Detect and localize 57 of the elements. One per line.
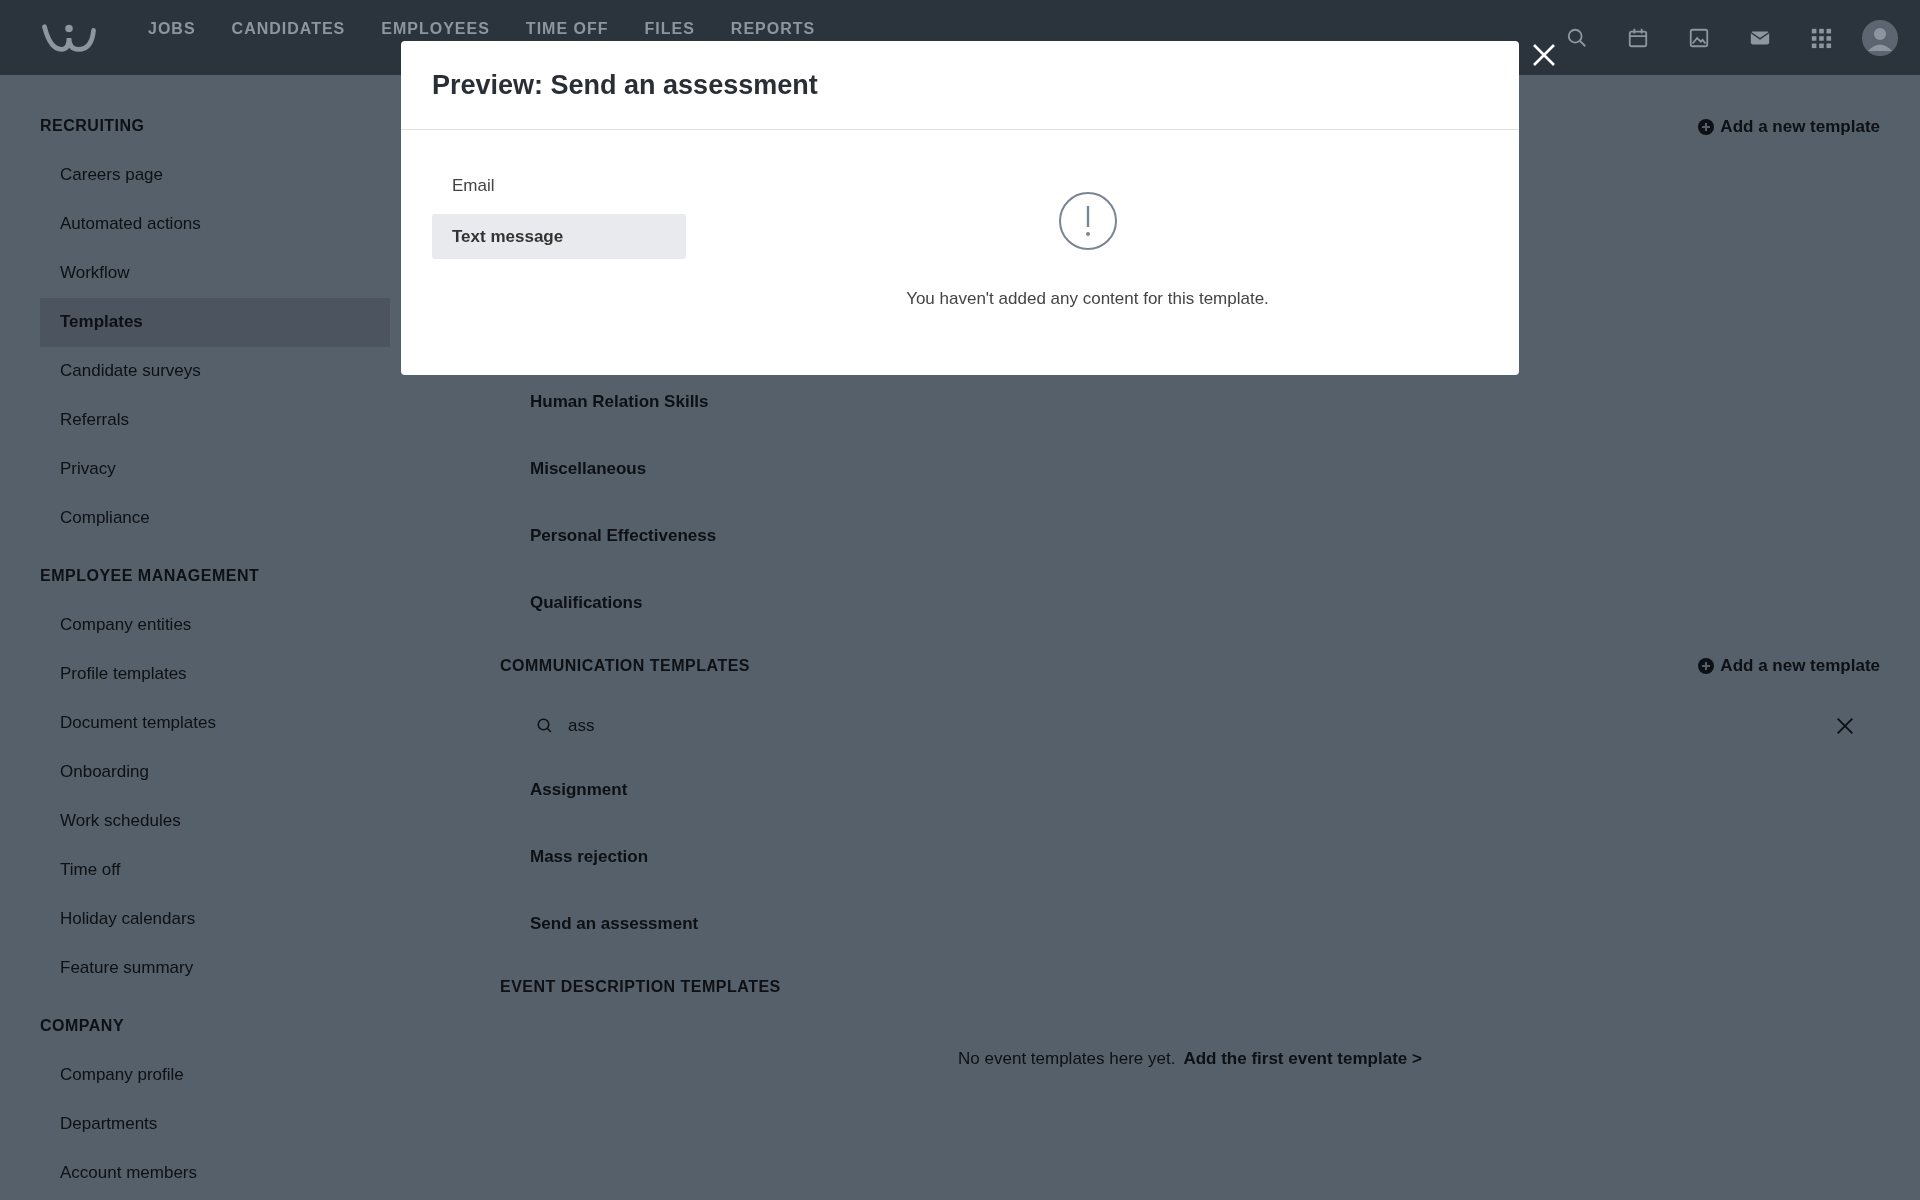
preview-tab[interactable]: Email — [432, 163, 686, 208]
image-icon[interactable] — [1688, 26, 1710, 49]
nav-link[interactable]: REPORTS — [730, 20, 816, 38]
sidebar-section-title: EMPLOYEE MANAGEMENT — [40, 567, 261, 586]
sidebar-item[interactable]: Workflow — [40, 249, 390, 298]
add-event-template-link[interactable]: Add the first event template > — [1183, 1049, 1422, 1069]
nav-link[interactable]: CANDIDATES — [231, 20, 346, 38]
sidebar-item[interactable]: Automated actions — [40, 200, 390, 249]
exclamation-icon — [1057, 191, 1118, 251]
empty-state-text: No event templates here yet. — [958, 1049, 1176, 1069]
nav-link[interactable]: FILES — [644, 20, 695, 38]
sidebar-item[interactable]: Careers page — [40, 151, 390, 200]
add-template-link[interactable]: Add a new template — [1698, 656, 1880, 676]
template-item[interactable]: Human Relation Skills — [530, 392, 709, 411]
template-item[interactable]: Miscellaneous — [530, 459, 647, 478]
sidebar-item[interactable]: Templates — [40, 298, 390, 347]
dialog-title: Preview: Send an assessment — [432, 69, 818, 101]
plus-circle-icon — [1698, 658, 1715, 674]
template-item[interactable]: Personal Effectiveness — [530, 526, 717, 545]
empty-content-message: You haven't added any content for this template. — [906, 289, 1269, 309]
sidebar-item[interactable]: Onboarding — [40, 748, 390, 797]
search-field[interactable]: ass — [568, 716, 1820, 736]
template-item[interactable]: Mass rejection — [530, 847, 649, 866]
section-title: COMMUNICATION TEMPLATES — [500, 657, 750, 675]
avatar-icon[interactable] — [1862, 19, 1898, 56]
template-item[interactable]: Qualifications — [530, 593, 643, 612]
sidebar-item[interactable]: Profile templates — [40, 650, 390, 699]
preview-tab[interactable]: Text message — [432, 214, 686, 259]
sidebar-item[interactable]: Candidate surveys — [40, 347, 390, 396]
sidebar-item[interactable]: Holiday calendars — [40, 895, 390, 944]
template-item[interactable]: Assignment — [530, 780, 628, 799]
apps-grid-icon[interactable] — [1810, 26, 1832, 49]
sidebar-item[interactable]: Account members — [40, 1149, 390, 1198]
clear-icon[interactable] — [1834, 715, 1856, 737]
sidebar-item[interactable]: Company entities — [40, 601, 390, 650]
sidebar-item[interactable]: Document templates — [40, 699, 390, 748]
add-template-link[interactable]: Add a new template — [1698, 117, 1880, 137]
sidebar-item[interactable]: Privacy — [40, 445, 390, 494]
sidebar-item[interactable]: Time off — [40, 846, 390, 895]
template-item[interactable]: Send an assessment — [530, 914, 699, 933]
nav-link[interactable]: TIME OFF — [525, 20, 609, 38]
search-icon — [536, 717, 554, 735]
nav-link[interactable]: JOBS — [148, 20, 196, 38]
sidebar-item[interactable]: Referrals — [40, 396, 390, 445]
nav-link[interactable]: EMPLOYEES — [381, 20, 490, 38]
sidebar-item[interactable]: Work schedules — [40, 797, 390, 846]
sidebar-item[interactable]: Company profile — [40, 1051, 390, 1100]
close-icon[interactable] — [1532, 43, 1556, 67]
sidebar-item[interactable]: Departments — [40, 1100, 390, 1149]
search-icon[interactable] — [1566, 26, 1588, 49]
calendar-icon[interactable] — [1627, 26, 1649, 49]
sidebar-section-title: RECRUITING — [40, 117, 146, 136]
sidebar-item[interactable]: Compliance — [40, 494, 390, 543]
section-title: EVENT DESCRIPTION TEMPLATES — [500, 978, 781, 996]
plus-circle-icon — [1698, 119, 1715, 135]
sidebar-section-title: COMPANY — [40, 1017, 126, 1036]
sidebar-item[interactable]: Feature summary — [40, 944, 390, 993]
